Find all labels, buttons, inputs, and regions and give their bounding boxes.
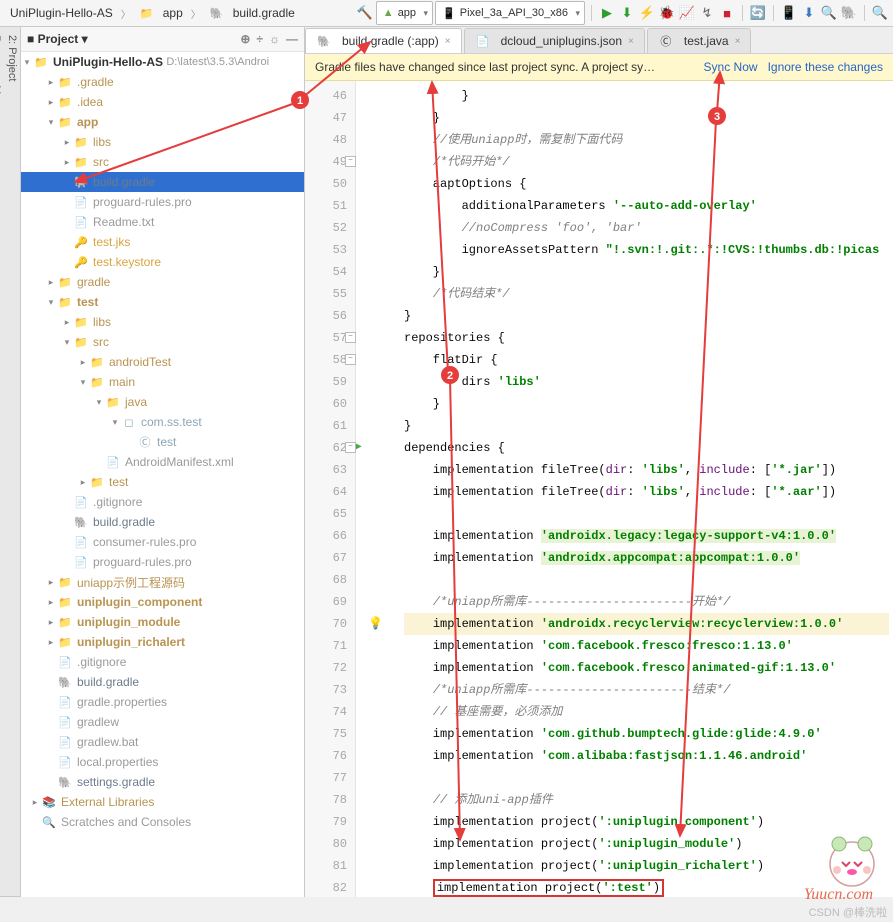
tree-row[interactable]: ▸📁.idea bbox=[21, 92, 304, 112]
android-icon: ▲ bbox=[383, 7, 394, 19]
debug-icon[interactable]: 🐞 bbox=[658, 4, 676, 22]
tree-row[interactable]: 🐘settings.gradle bbox=[21, 772, 304, 792]
tree-row[interactable]: 📄local.properties bbox=[21, 752, 304, 772]
tree-row[interactable]: 📄AndroidManifest.xml bbox=[21, 452, 304, 472]
side-tab-resource-manager[interactable]: Resource Manager bbox=[0, 27, 4, 897]
run-config-combo[interactable]: ▲app bbox=[376, 1, 433, 25]
collapse-icon[interactable]: ÷ bbox=[256, 32, 263, 46]
tree-row[interactable]: ▾📁src bbox=[21, 332, 304, 352]
apply-code-icon[interactable]: ⚡ bbox=[638, 4, 656, 22]
hide-icon[interactable]: — bbox=[286, 32, 298, 46]
tree-row[interactable]: ▸📁uniplugin_richalert bbox=[21, 632, 304, 652]
tree-row[interactable]: ▾📁app bbox=[21, 112, 304, 132]
tree-row[interactable]: 📄gradlew bbox=[21, 712, 304, 732]
tree-row[interactable]: 📄.gitignore bbox=[21, 652, 304, 672]
avd-icon[interactable]: 📱 bbox=[780, 4, 798, 22]
project-panel-header: ■ Project ▾ ⊕ ÷ ☼ — bbox=[21, 27, 304, 52]
elephant-icon: 🐘 bbox=[209, 7, 225, 20]
tree-row[interactable]: 🔑test.keystore bbox=[21, 252, 304, 272]
expand-icon[interactable]: ☼ bbox=[269, 32, 280, 46]
breadcrumb[interactable]: UniPlugin-Hello-AS bbox=[4, 4, 119, 22]
tree-row[interactable]: ▸📁test bbox=[21, 472, 304, 492]
tree-row[interactable]: 📄gradlew.bat bbox=[21, 732, 304, 752]
close-tab-icon[interactable]: × bbox=[445, 36, 451, 47]
apply-changes-icon[interactable]: ⬇ bbox=[618, 4, 636, 22]
sync-icon[interactable]: 🔄 bbox=[749, 4, 767, 22]
project-view-combo[interactable]: ■ Project ▾ bbox=[27, 32, 88, 46]
tree-row[interactable]: 📄consumer-rules.pro bbox=[21, 532, 304, 552]
tree-row[interactable]: 📄proguard-rules.pro bbox=[21, 192, 304, 212]
breadcrumb[interactable]: 🐘build.gradle bbox=[203, 4, 301, 22]
close-tab-icon[interactable]: × bbox=[628, 36, 634, 47]
layout-inspector-icon[interactable]: 🔍 bbox=[820, 4, 838, 22]
watermark-csdn: CSDN @棒洗啦 bbox=[809, 904, 887, 920]
tree-row[interactable]: 📄.gitignore bbox=[21, 492, 304, 512]
tree-row[interactable]: ▸📁libs bbox=[21, 132, 304, 152]
tree-root[interactable]: ▾📁UniPlugin-Hello-AS D:\latest\3.5.3\And… bbox=[21, 52, 304, 72]
tree-row[interactable]: ▾📁main bbox=[21, 372, 304, 392]
breadcrumb[interactable]: 📁app bbox=[133, 4, 189, 22]
tree-row[interactable]: ▸📁libs bbox=[21, 312, 304, 332]
tree-row[interactable]: ▸📁src bbox=[21, 152, 304, 172]
stop-icon[interactable]: ■ bbox=[718, 4, 736, 22]
left-tool-tabs: 2: Project Resource Manager 2: Favorites… bbox=[0, 27, 21, 897]
banner-message: Gradle files have changed since last pro… bbox=[315, 60, 655, 74]
tree-row[interactable]: ▸📁androidTest bbox=[21, 352, 304, 372]
elephant-toolbar-icon[interactable]: 🐘 bbox=[840, 4, 858, 22]
tree-row[interactable]: 📄gradle.properties bbox=[21, 692, 304, 712]
tree-row[interactable]: ▾◻com.ss.test bbox=[21, 412, 304, 432]
tree-row[interactable]: 🐘build.gradle bbox=[21, 672, 304, 692]
code-editor[interactable]: } } //使用uniapp时，需复制下面代码 /*代码开始*/ aaptOpt… bbox=[356, 81, 893, 897]
tree-row[interactable]: Ⓒtest bbox=[21, 432, 304, 452]
tree-row[interactable]: 📄Readme.txt bbox=[21, 212, 304, 232]
build-hammer-icon[interactable]: 🔨 bbox=[356, 4, 374, 22]
watermark-url: Yuucn.com bbox=[804, 886, 873, 904]
tree-row[interactable]: ▸📁uniplugin_module bbox=[21, 612, 304, 632]
tree-row[interactable]: ▸📁.gradle bbox=[21, 72, 304, 92]
line-gutter[interactable]: 46474849−5051525354555657−58−59606162−63… bbox=[305, 81, 356, 897]
run-icon[interactable]: ▶ bbox=[598, 4, 616, 22]
tree-row[interactable]: ▸📁uniplugin_component bbox=[21, 592, 304, 612]
device-combo[interactable]: 📱Pixel_3a_API_30_x86 bbox=[435, 1, 585, 25]
sync-now-link[interactable]: Sync Now bbox=[704, 60, 758, 74]
editor-tab[interactable]: 📄dcloud_uniplugins.json× bbox=[464, 28, 645, 53]
mascot-icon bbox=[817, 822, 887, 892]
breadcrumb-bar: UniPlugin-Hello-AS 〉 📁app 〉 🐘build.gradl… bbox=[0, 0, 893, 27]
phone-icon: 📱 bbox=[442, 7, 456, 20]
tree-row[interactable]: ▾📁test bbox=[21, 292, 304, 312]
editor-tabs: 🐘build.gradle (:app)×📄dcloud_uniplugins.… bbox=[305, 27, 893, 54]
tree-row[interactable]: 🐘build.gradle bbox=[21, 512, 304, 532]
tree-row[interactable]: 🔍Scratches and Consoles bbox=[21, 812, 304, 832]
profile-icon[interactable]: 📈 bbox=[678, 4, 696, 22]
project-panel: ■ Project ▾ ⊕ ÷ ☼ — ▾📁UniPlugin-Hello-AS… bbox=[21, 27, 305, 897]
gradle-sync-banner: Gradle files have changed since last pro… bbox=[305, 54, 893, 81]
ignore-changes-link[interactable]: Ignore these changes bbox=[768, 60, 883, 74]
side-tab-project[interactable]: 2: Project bbox=[4, 27, 20, 897]
app-icon: 📁 bbox=[139, 7, 155, 20]
project-tree[interactable]: ▾📁UniPlugin-Hello-AS D:\latest\3.5.3\And… bbox=[21, 52, 304, 897]
select-opened-icon[interactable]: ⊕ bbox=[240, 32, 250, 46]
tree-row[interactable]: 🔑test.jks bbox=[21, 232, 304, 252]
search-icon[interactable]: 🔍 bbox=[871, 4, 889, 22]
attach-icon[interactable]: ↯ bbox=[698, 4, 716, 22]
sdk-manager-icon[interactable]: ⬇ bbox=[800, 4, 818, 22]
tree-row[interactable]: 🐘build.gradle bbox=[21, 172, 304, 192]
tree-row[interactable]: ▸📁gradle bbox=[21, 272, 304, 292]
editor-tab[interactable]: Ⓒtest.java× bbox=[647, 28, 752, 53]
close-tab-icon[interactable]: × bbox=[735, 36, 741, 47]
tree-row[interactable]: ▾📁java bbox=[21, 392, 304, 412]
editor-tab[interactable]: 🐘build.gradle (:app)× bbox=[305, 28, 462, 53]
editor-pane: 🐘build.gradle (:app)×📄dcloud_uniplugins.… bbox=[305, 27, 893, 897]
tree-row[interactable]: ▸📚External Libraries bbox=[21, 792, 304, 812]
tree-row[interactable]: 📄proguard-rules.pro bbox=[21, 552, 304, 572]
tree-row[interactable]: ▸📁uniapp示例工程源码 bbox=[21, 572, 304, 592]
